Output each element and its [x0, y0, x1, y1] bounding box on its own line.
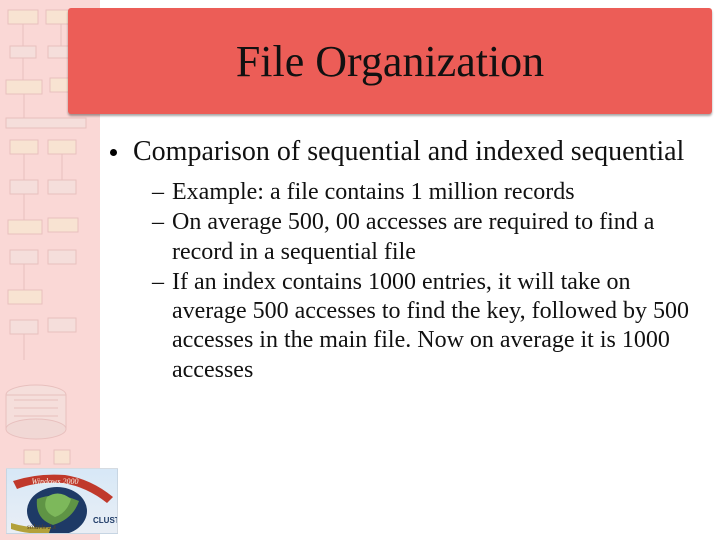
globe-cluster-icon: Windows 2000 solaris 2.x CLUSTER	[7, 469, 118, 534]
corner-logo: Windows 2000 solaris 2.x CLUSTER	[6, 468, 118, 534]
bullet-dot-icon	[110, 149, 117, 156]
slide-title: File Organization	[236, 36, 544, 87]
sub-bullet-text: On average 500, 00 accesses are required…	[172, 208, 700, 267]
bullet-text: Comparison of sequential and indexed seq…	[133, 135, 684, 168]
sub-bullet-item: – If an index contains 1000 entries, it …	[152, 268, 700, 385]
dash-icon: –	[152, 208, 164, 237]
logo-top-label: Windows 2000	[32, 477, 79, 486]
sub-bullet-item: – Example: a file contains 1 million rec…	[152, 178, 700, 207]
logo-right-label: CLUSTER	[93, 516, 118, 525]
logo-bottom-label: solaris 2.x	[27, 523, 57, 531]
sub-bullet-text: Example: a file contains 1 million recor…	[172, 178, 575, 207]
slide-content: Comparison of sequential and indexed seq…	[110, 135, 700, 386]
bullet-item: Comparison of sequential and indexed seq…	[110, 135, 700, 168]
dash-icon: –	[152, 268, 164, 297]
sub-bullet-item: – On average 500, 00 accesses are requir…	[152, 208, 700, 267]
sub-bullet-text: If an index contains 1000 entries, it wi…	[172, 268, 700, 385]
dash-icon: –	[152, 178, 164, 207]
title-bar: File Organization	[68, 8, 712, 114]
sub-bullet-list: – Example: a file contains 1 million rec…	[152, 178, 700, 385]
